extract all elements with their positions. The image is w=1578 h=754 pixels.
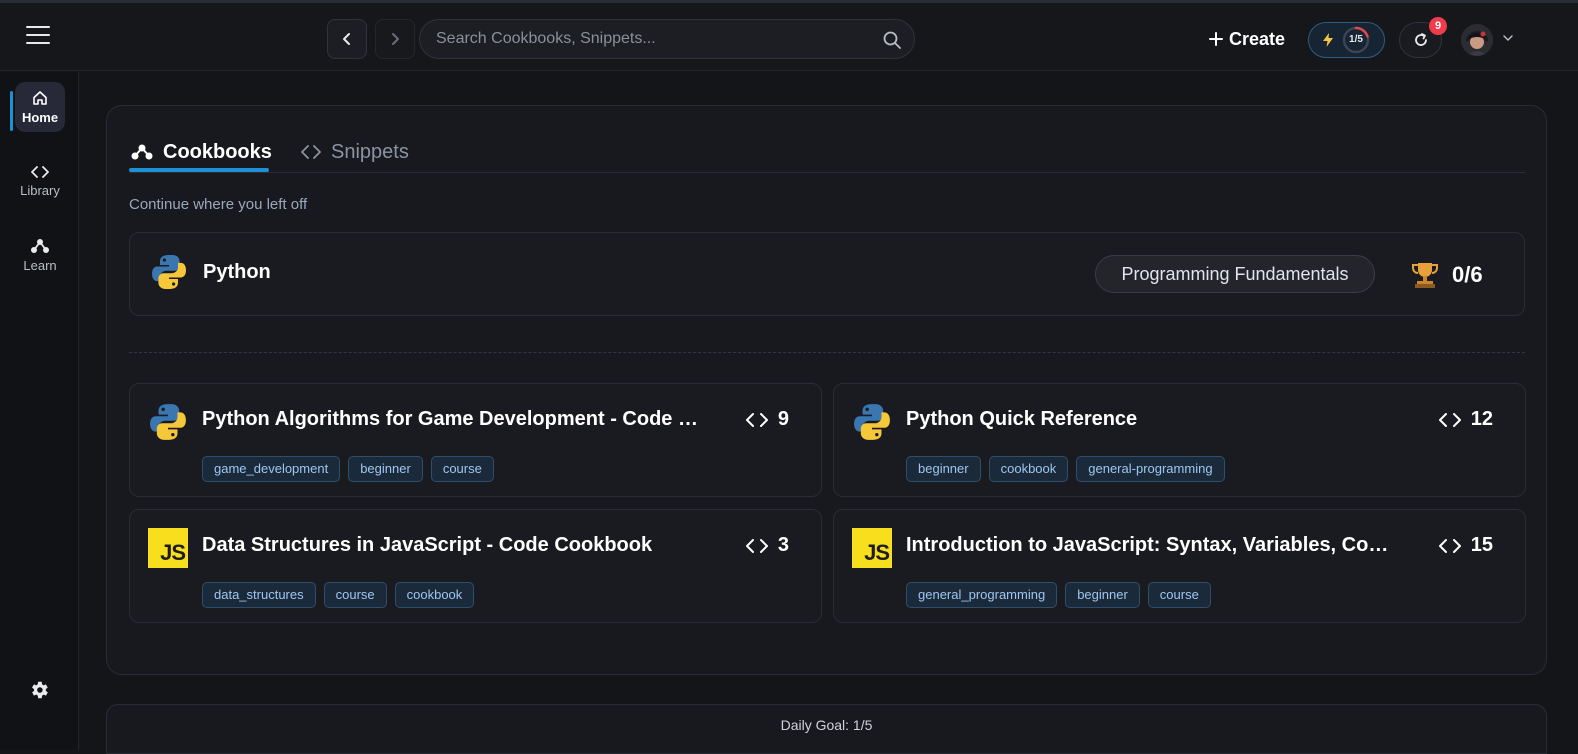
tag[interactable]: game_development	[202, 456, 341, 482]
python-logo-icon	[152, 255, 186, 289]
sidebar-item-label: Home	[21, 109, 59, 125]
continue-course-title: Python	[203, 261, 271, 283]
tag[interactable]: beginner	[348, 456, 423, 482]
tag[interactable]: cookbook	[988, 456, 1069, 482]
javascript-logo-text: JS	[160, 540, 186, 565]
code-icon	[1438, 538, 1461, 553]
tag[interactable]: beginner	[906, 456, 981, 482]
cookbook-title: Python Quick Reference	[906, 408, 1138, 430]
snippet-count-value: 9	[777, 408, 789, 430]
tag[interactable]: course	[430, 456, 494, 482]
back-button[interactable]	[327, 19, 367, 59]
code-icon	[31, 165, 49, 178]
sidebar-active-indicator	[10, 91, 13, 131]
create-button[interactable]: Create	[1209, 27, 1285, 51]
learn-nodes-icon	[31, 238, 49, 253]
tag[interactable]: beginner	[1065, 582, 1140, 608]
tab-label: Snippets	[331, 140, 409, 163]
sidebar-item-label: Learn	[23, 257, 57, 273]
forward-button[interactable]	[375, 19, 415, 59]
cookbook-card[interactable]: JS Data Structures in JavaScript - Code …	[129, 509, 822, 623]
lightning-icon	[1323, 33, 1333, 47]
notification-badge: 9	[1429, 17, 1447, 35]
cookbook-title: Introduction to JavaScript: Syntax, Vari…	[906, 534, 1398, 556]
cookbook-title: Data Structures in JavaScript - Code Coo…	[202, 534, 653, 556]
cookbook-card[interactable]: Python Algorithms for Game Development -…	[129, 383, 822, 497]
daily-goal-bar: Daily Goal: 1/5	[106, 704, 1547, 754]
continue-card[interactable]: Python Programming Fundamentals 0/6	[129, 232, 1525, 316]
snippet-count-value: 12	[1470, 408, 1493, 430]
tab-divider	[129, 172, 1525, 173]
code-icon	[745, 538, 768, 553]
top-bar: Create 1/5 9	[0, 3, 1578, 71]
learn-nodes-icon	[131, 144, 153, 160]
javascript-logo-text: JS	[864, 540, 890, 565]
chevron-right-icon	[392, 33, 399, 45]
search-icon[interactable]	[882, 30, 902, 50]
plus-icon	[1209, 32, 1223, 46]
snippet-count: 15	[1438, 534, 1493, 557]
cookbook-title: Python Algorithms for Game Development -…	[202, 408, 712, 430]
tab-cookbooks[interactable]: Cookbooks	[131, 132, 272, 172]
category-pill[interactable]: Programming Fundamentals	[1095, 255, 1375, 293]
tag-list: beginner cookbook general-programming	[906, 456, 1225, 482]
search-box	[419, 19, 915, 59]
javascript-logo-icon: JS	[148, 528, 188, 568]
snippet-count: 9	[745, 408, 789, 431]
cookbook-card[interactable]: JS Introduction to JavaScript: Syntax, V…	[833, 509, 1526, 623]
tag-list: data_structures course cookbook	[202, 582, 475, 608]
chevron-down-icon[interactable]	[1502, 33, 1514, 43]
sidebar-item-learn[interactable]: Learn	[15, 230, 65, 280]
javascript-logo-icon: JS	[852, 528, 892, 568]
snippet-count-value: 15	[1470, 534, 1493, 556]
sidebar-item-library[interactable]: Library	[15, 156, 65, 206]
snippet-count: 3	[745, 534, 789, 557]
sidebar: Home Library Learn	[0, 72, 79, 750]
cookbook-card[interactable]: Python Quick Reference 12 beginner cookb…	[833, 383, 1526, 497]
sidebar-item-home[interactable]: Home	[15, 82, 65, 132]
continue-heading: Continue where you left off	[129, 196, 308, 213]
snippet-count-value: 3	[777, 534, 789, 556]
home-icon	[33, 90, 47, 105]
gear-icon[interactable]	[28, 679, 50, 701]
code-icon	[1438, 412, 1461, 427]
tab-snippets[interactable]: Snippets	[301, 132, 409, 172]
goal-progress-ring: 1/5	[1341, 25, 1371, 55]
create-label: Create	[1229, 28, 1286, 49]
tag-list: game_development beginner course	[202, 456, 494, 482]
score-text: 0/6	[1452, 262, 1483, 287]
sidebar-item-label: Library	[20, 182, 60, 198]
tag[interactable]: course	[323, 582, 387, 608]
tag[interactable]: cookbook	[394, 582, 475, 608]
python-logo-icon	[150, 404, 186, 440]
tab-label: Cookbooks	[163, 140, 272, 163]
goal-progress-text: 1/5	[1349, 34, 1363, 45]
code-icon	[745, 412, 768, 427]
daily-goal-pill[interactable]: 1/5	[1308, 22, 1385, 58]
tag[interactable]: general-programming	[1076, 456, 1225, 482]
tag-list: general_programming beginner course	[906, 582, 1211, 608]
trophy-icon	[1412, 263, 1438, 288]
section-divider	[129, 352, 1525, 353]
hamburger-menu-icon[interactable]	[26, 26, 50, 46]
snippet-count: 12	[1438, 408, 1493, 431]
user-avatar[interactable]	[1461, 24, 1493, 56]
tag[interactable]: data_structures	[202, 582, 316, 608]
tag[interactable]: general_programming	[906, 582, 1058, 608]
refresh-icon	[1414, 33, 1427, 46]
main-panel: Cookbooks Snippets Continue where you le…	[106, 105, 1547, 675]
python-logo-icon	[854, 404, 890, 440]
tag[interactable]: course	[1147, 582, 1211, 608]
search-input[interactable]	[436, 20, 876, 58]
code-icon	[301, 145, 321, 159]
active-tab-indicator	[129, 168, 269, 172]
chevron-left-icon	[343, 33, 350, 45]
